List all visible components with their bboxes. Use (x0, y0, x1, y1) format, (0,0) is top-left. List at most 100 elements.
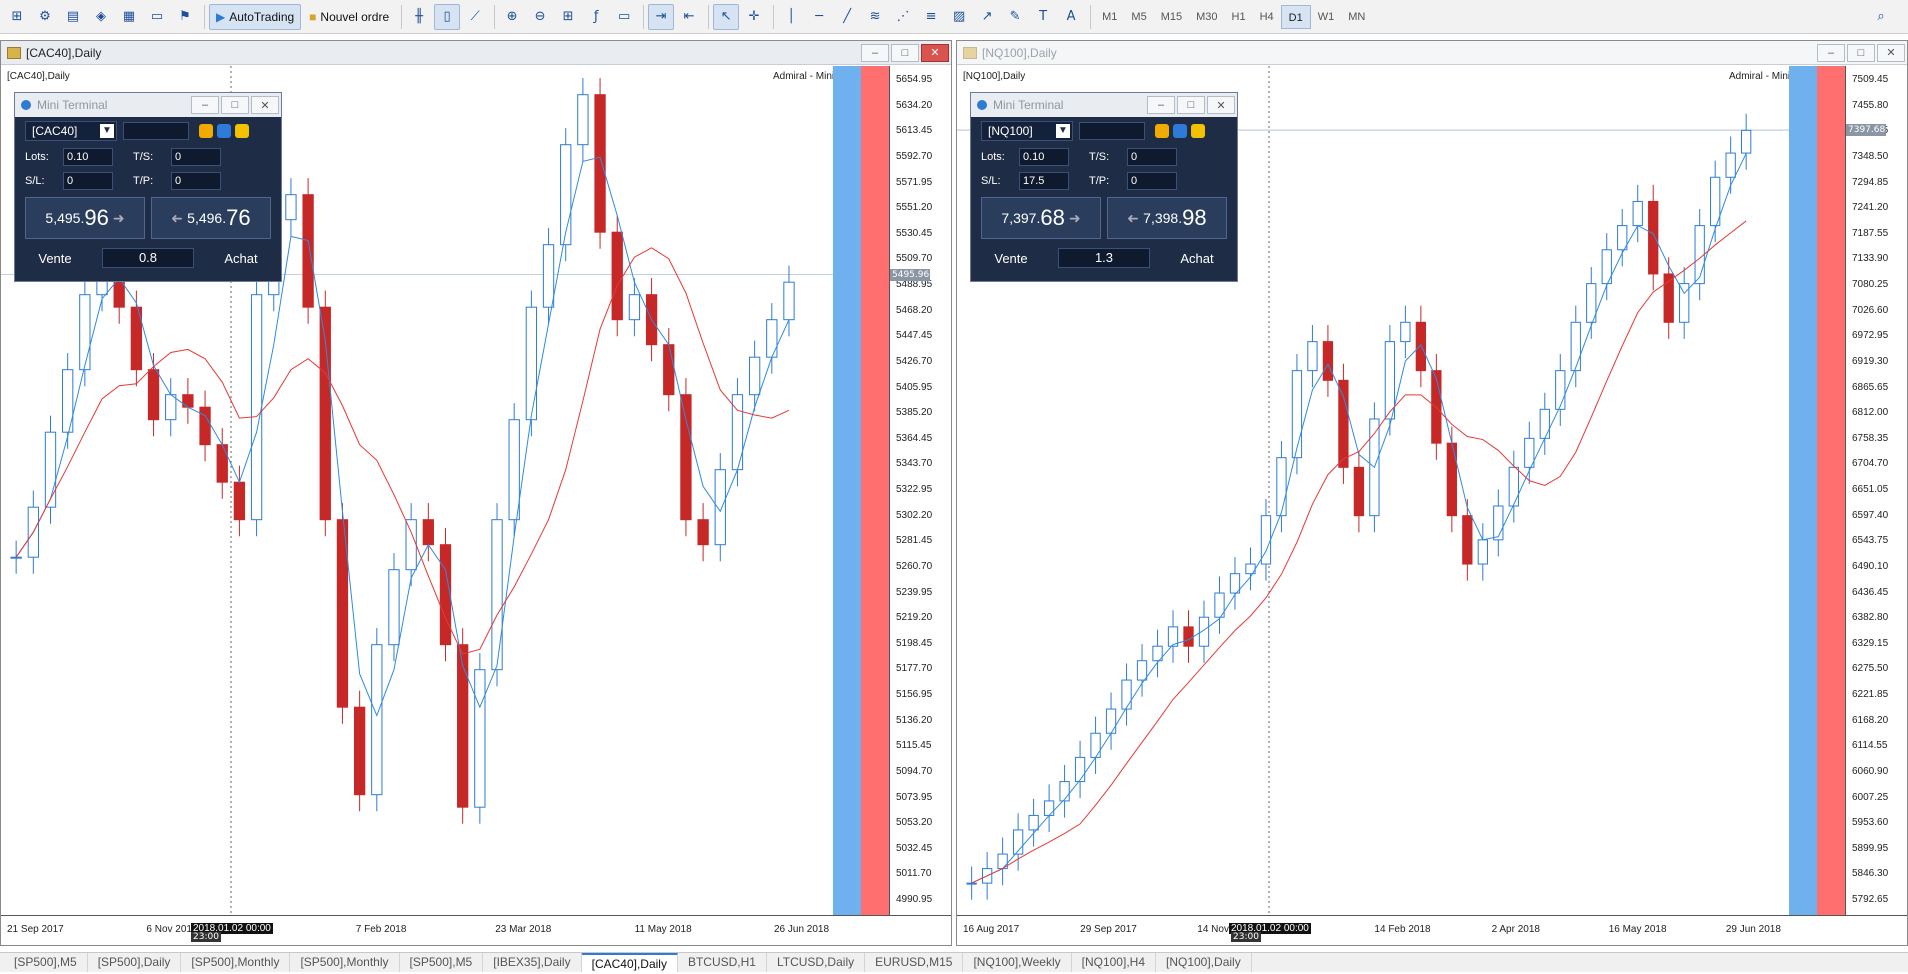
chart-tab[interactable]: [SP500],Monthly (181, 953, 291, 972)
buy-label[interactable]: Achat (211, 251, 271, 266)
crosshair-icon[interactable]: ✛ (741, 4, 767, 30)
trendline-icon[interactable]: ╱ (834, 4, 860, 30)
lots-input[interactable]: 0.10 (1019, 148, 1069, 166)
chart-tab[interactable]: [NQ100],Daily (1156, 953, 1252, 972)
navigator-icon[interactable]: ▤ (60, 4, 86, 30)
mini-terminal-title-bar[interactable]: Mini Terminal – □ ✕ (971, 93, 1237, 117)
minimize-button[interactable]: – (1147, 96, 1175, 114)
search-icon[interactable]: ⌕ (1868, 4, 1894, 30)
chart-tab[interactable]: BTCUSD,H1 (678, 953, 767, 972)
mini-terminal-title-bar[interactable]: Mini Terminal – □ ✕ (15, 93, 281, 117)
timeframe-d1[interactable]: D1 (1280, 4, 1311, 29)
sell-label[interactable]: Vente (25, 251, 85, 266)
sell-button[interactable]: 5,495. 96 ➜ (25, 197, 145, 239)
symbol-select[interactable]: [NQ100] ▼ (981, 121, 1073, 141)
timeframe-m1[interactable]: M1 (1095, 5, 1124, 29)
line-chart-icon[interactable]: ⟋ (462, 4, 488, 30)
trailing-stop-input[interactable]: 0 (1127, 148, 1177, 166)
window-title-bar[interactable]: [NQ100],Daily – □ ✕ (957, 41, 1907, 65)
maximize-button[interactable]: □ (221, 96, 249, 114)
buy-button[interactable]: ➜ 7,398. 98 (1107, 197, 1227, 239)
lots-input[interactable]: 0.10 (63, 148, 113, 166)
pencil-icon[interactable]: ✎ (1002, 4, 1028, 30)
arrow-icon[interactable]: ↗ (974, 4, 1000, 30)
take-profit-input[interactable]: 0 (1127, 172, 1177, 190)
mini-terminal-sell-panel[interactable] (861, 66, 889, 915)
timeframe-h4[interactable]: H4 (1253, 5, 1281, 29)
fibonacci-icon[interactable]: ≋ (862, 4, 888, 30)
grid-icon[interactable] (1191, 124, 1205, 138)
chart-tab[interactable]: [CAC40],Daily (581, 953, 678, 972)
chart-tab[interactable]: [NQ100],Weekly (963, 953, 1072, 972)
chart-tab[interactable]: LTCUSD,Daily (767, 953, 866, 972)
zoom-out-icon[interactable]: ⊖ (527, 4, 553, 30)
maximize-button[interactable]: □ (1847, 43, 1875, 62)
tile-windows-icon[interactable]: ⊞ (555, 4, 581, 30)
buy-label[interactable]: Achat (1167, 251, 1227, 266)
grid-icon[interactable] (235, 124, 249, 138)
sell-button[interactable]: 7,397. 68 ➜ (981, 197, 1101, 239)
text-icon[interactable]: A (1058, 4, 1084, 30)
minimize-button[interactable]: – (191, 96, 219, 114)
copy-icon[interactable] (199, 124, 213, 138)
copy-icon[interactable] (1155, 124, 1169, 138)
strategy-tester-icon[interactable]: ⚑ (172, 4, 198, 30)
comment-field[interactable] (1079, 122, 1145, 140)
chart-shift-icon[interactable]: ⇥ (648, 3, 675, 30)
timeframe-w1[interactable]: W1 (1311, 5, 1342, 29)
new-order-button[interactable]: ■ Nouvel ordre (303, 4, 395, 30)
mini-terminal-sell-panel[interactable] (1817, 66, 1845, 915)
new-chart-icon[interactable]: ⊞ (4, 4, 30, 30)
buy-button[interactable]: ➜ 5,496. 76 (151, 197, 271, 239)
close-button[interactable]: ✕ (1207, 96, 1235, 114)
close-button[interactable]: ✕ (921, 43, 949, 62)
zoom-in-icon[interactable]: ⊕ (499, 4, 525, 30)
maximize-button[interactable]: □ (891, 43, 919, 62)
stop-loss-input[interactable]: 17.5 (1019, 172, 1069, 190)
horizontal-line-icon[interactable]: ─ (806, 4, 832, 30)
timeframe-h1[interactable]: H1 (1225, 5, 1253, 29)
autoscroll-icon[interactable]: ⇤ (676, 4, 702, 30)
terminal-icon[interactable]: ▭ (144, 4, 170, 30)
data-window-icon[interactable]: ▦ (116, 4, 142, 30)
mini-terminal-buy-panel[interactable] (1789, 66, 1817, 915)
window-title-bar[interactable]: [CAC40],Daily – □ ✕ (1, 41, 951, 65)
fibo-fan-icon[interactable]: ⋰ (890, 4, 916, 30)
comment-field[interactable] (123, 122, 189, 140)
chart-tab[interactable]: [IBEX35],Daily (483, 953, 582, 972)
chart-tab[interactable]: EURUSD,M15 (865, 953, 964, 972)
chart-tab[interactable]: [SP500],M5 (4, 953, 88, 972)
market-watch-icon[interactable]: ◈ (88, 4, 114, 30)
vertical-line-icon[interactable]: │ (778, 4, 804, 30)
chart-tab[interactable]: [NQ100],H4 (1072, 953, 1156, 972)
take-profit-input[interactable]: 0 (171, 172, 221, 190)
templates-icon[interactable]: ▭ (611, 4, 637, 30)
chart-tab[interactable]: [SP500],Monthly (290, 953, 400, 972)
timeframe-m5[interactable]: M5 (1124, 5, 1153, 29)
fibo-channel-icon[interactable]: ≡ (918, 4, 944, 30)
close-button[interactable]: ✕ (1877, 43, 1905, 62)
sell-label[interactable]: Vente (981, 251, 1041, 266)
cursor-icon[interactable]: ↖ (713, 3, 740, 30)
shapes-icon[interactable]: ▨ (946, 4, 972, 30)
bar-chart-icon[interactable]: ╫ (406, 4, 432, 30)
chart-tab[interactable]: [SP500],Daily (88, 953, 182, 972)
text-label-icon[interactable]: T (1030, 4, 1056, 30)
settings-icon[interactable] (217, 124, 231, 138)
settings-icon[interactable] (1173, 124, 1187, 138)
timeframe-m15[interactable]: M15 (1154, 5, 1189, 29)
profiles-icon[interactable]: ⚙ (32, 4, 58, 30)
minimize-button[interactable]: – (1817, 43, 1845, 62)
close-button[interactable]: ✕ (251, 96, 279, 114)
candlestick-chart-icon[interactable]: ▯ (434, 3, 461, 30)
timeframe-mn[interactable]: MN (1341, 5, 1372, 29)
trailing-stop-input[interactable]: 0 (171, 148, 221, 166)
stop-loss-input[interactable]: 0 (63, 172, 113, 190)
minimize-button[interactable]: – (861, 43, 889, 62)
symbol-select[interactable]: [CAC40] ▼ (25, 121, 117, 141)
mini-terminal-buy-panel[interactable] (833, 66, 861, 915)
timeframe-m30[interactable]: M30 (1189, 5, 1224, 29)
autotrading-button[interactable]: ▶ AutoTrading (209, 3, 302, 30)
maximize-button[interactable]: □ (1177, 96, 1205, 114)
indicators-icon[interactable]: ƒ (583, 4, 609, 30)
